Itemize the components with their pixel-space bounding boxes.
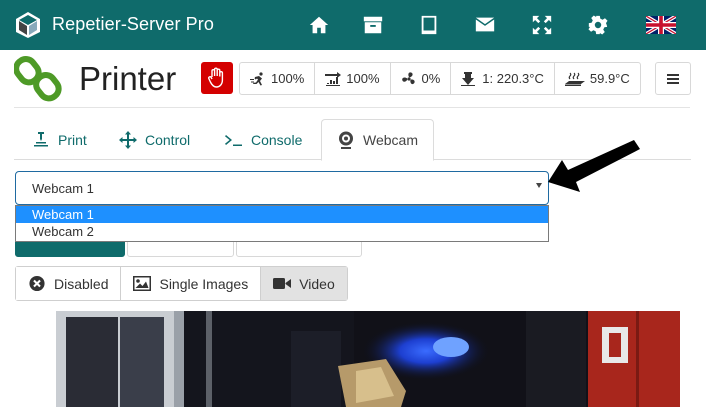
speed-status[interactable]: 100%	[240, 63, 316, 94]
fan-value: 0%	[421, 71, 441, 86]
repetier-logo-icon[interactable]	[14, 11, 42, 39]
speed-value: 100%	[271, 71, 305, 86]
flow-icon	[325, 71, 342, 86]
webcam-video-feed	[56, 311, 680, 407]
heated-bed-icon	[564, 72, 585, 86]
bed-temperature: 59.9°C	[589, 71, 630, 86]
tab-control[interactable]: Control	[119, 119, 190, 160]
annotation-arrow-icon	[548, 140, 640, 192]
mode-disabled-button[interactable]: Disabled	[16, 267, 122, 300]
print-icon	[34, 131, 48, 146]
webcam-dropdown-list: Webcam 1 Webcam 2	[15, 205, 549, 242]
home-icon[interactable]	[306, 12, 332, 38]
mode-video-button[interactable]: Video	[261, 267, 347, 300]
archive-icon[interactable]	[360, 12, 386, 38]
bed-status[interactable]: 59.9°C	[555, 63, 640, 94]
fan-icon	[401, 71, 415, 84]
chevron-down-icon	[536, 183, 542, 188]
gear-icon[interactable]	[585, 12, 611, 38]
hand-stop-icon	[208, 67, 224, 88]
tablet-icon[interactable]	[416, 12, 442, 38]
disabled-icon	[29, 275, 45, 292]
extruder-temperature: 1: 220.3°C	[482, 71, 544, 86]
mode-label: Single Images	[159, 275, 249, 292]
emergency-stop-button[interactable]	[201, 62, 233, 94]
menu-button[interactable]	[655, 62, 691, 95]
app-title[interactable]: Repetier-Server Pro	[52, 14, 214, 35]
extruder-icon	[461, 71, 476, 86]
top-navbar: Repetier-Server Pro	[0, 0, 706, 50]
image-icon	[133, 276, 152, 291]
mode-label: Video	[299, 275, 335, 292]
webcam-option-1[interactable]: Webcam 1	[16, 206, 548, 223]
webcam-icon	[339, 131, 353, 149]
webcam-option-2[interactable]: Webcam 2	[16, 223, 548, 240]
move-icon	[119, 130, 137, 149]
tab-label: Print	[58, 131, 87, 148]
flow-value: 100%	[346, 71, 380, 86]
mode-single-images-button[interactable]: Single Images	[121, 267, 262, 300]
flow-status[interactable]: 100%	[315, 63, 391, 94]
tab-label: Webcam	[363, 132, 418, 148]
webcam-select[interactable]: Webcam 1	[15, 171, 549, 205]
header-divider	[14, 107, 690, 108]
tab-print[interactable]: Print	[32, 119, 87, 160]
page-title: Printer	[79, 60, 177, 97]
uk-flag-icon[interactable]	[646, 16, 676, 34]
hamburger-icon	[667, 77, 679, 80]
envelope-icon[interactable]	[472, 12, 498, 38]
video-icon	[273, 278, 292, 289]
webcam-select-value: Webcam 1	[32, 181, 94, 196]
fan-status[interactable]: 0%	[391, 63, 452, 94]
terminal-icon	[225, 134, 242, 146]
extruder-status[interactable]: 1: 220.3°C	[451, 63, 555, 94]
tab-label: Control	[145, 131, 191, 148]
printer-status-bar: 100% 100% 0% 1: 220.3°C 59.9°C	[239, 62, 641, 95]
tab-webcam[interactable]: Webcam	[321, 119, 434, 161]
tab-console[interactable]: Console	[225, 119, 302, 160]
running-speed-icon	[250, 71, 263, 85]
mode-label: Disabled	[54, 275, 109, 292]
tab-label: Console	[251, 131, 303, 148]
chain-link-logo-icon	[14, 56, 62, 102]
fullscreen-icon[interactable]	[529, 12, 555, 38]
webcam-mode-group: Disabled Single Images Video	[15, 266, 348, 301]
